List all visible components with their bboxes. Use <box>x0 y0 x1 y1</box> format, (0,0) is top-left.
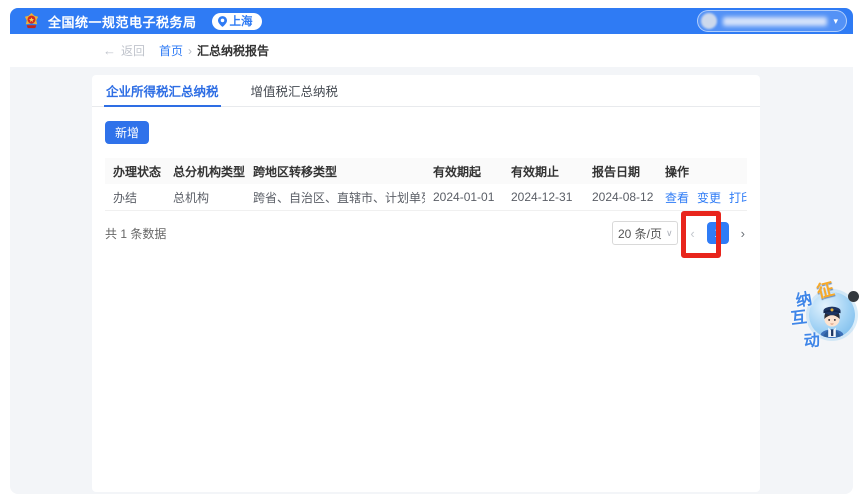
breadcrumb-home[interactable]: 首页 <box>159 42 183 59</box>
pagination: 20 条/页 ∨ ‹ 1 › <box>612 221 747 245</box>
assistant-char-na: 纳 <box>794 290 814 311</box>
col-valid-from: 有效期起 <box>433 164 482 179</box>
interaction-assistant-widget[interactable]: 征 纳 互 动 <box>788 274 863 366</box>
chevron-down-icon: ▾ <box>833 15 838 26</box>
main-content: 企业所得税汇总纳税 增值税汇总纳税 新增 办理状态 总分机构类型 跨地区转移类型… <box>10 67 859 494</box>
add-button[interactable]: 新增 <box>105 121 149 144</box>
cell-actions: 查看 变更 打印 <box>657 189 747 206</box>
view-link[interactable]: 查看 <box>665 189 689 206</box>
app-title: 全国统一规范电子税务局 <box>48 14 197 30</box>
cell-org-type: 总机构 <box>173 190 210 205</box>
cell-valid-to: 2024-12-31 <box>511 190 573 204</box>
col-actions: 操作 <box>665 164 690 179</box>
table-row: 办结 总机构 跨省、自治区、直辖市、计划单列市 2024-01-01 2024-… <box>105 184 747 211</box>
arrow-left-icon: ← <box>103 43 116 58</box>
table-footer: 共 1 条数据 20 条/页 ∨ ‹ 1 › <box>105 220 747 246</box>
col-status: 办理状态 <box>113 164 162 179</box>
cell-valid-from: 2024-01-01 <box>433 190 495 204</box>
tax-emblem-logo <box>22 12 41 31</box>
app-header: 全国统一规范电子税务局 上海 ▾ <box>10 8 853 34</box>
location-label: 上海 <box>229 16 253 28</box>
breadcrumb-current: 汇总纳税报告 <box>197 44 270 58</box>
user-menu[interactable]: ▾ <box>697 10 847 32</box>
back-button[interactable]: ← 返回 <box>103 42 145 59</box>
avatar <box>701 13 717 29</box>
cell-status: 办结 <box>113 190 138 205</box>
col-transfer-type: 跨地区转移类型 <box>253 164 338 179</box>
user-name-redacted <box>723 16 828 26</box>
next-page-button[interactable]: › <box>739 226 747 241</box>
page-size-select[interactable]: 20 条/页 ∨ <box>612 221 679 245</box>
tab-corporate-income-tax[interactable]: 企业所得税汇总纳税 <box>104 75 221 107</box>
tab-bar: 企业所得税汇总纳税 增值税汇总纳税 <box>92 75 760 107</box>
total-count: 共 1 条数据 <box>105 226 167 241</box>
change-link[interactable]: 变更 <box>697 189 721 206</box>
location-pin-icon <box>217 15 227 27</box>
assistant-collapse-dot[interactable] <box>848 291 859 302</box>
chevron-down-icon: ∨ <box>666 227 673 238</box>
brand: 全国统一规范电子税务局 上海 <box>22 12 262 31</box>
prev-page-button[interactable]: ‹ <box>688 226 696 241</box>
assistant-char-hu: 互 <box>789 309 808 328</box>
summary-report-card: 企业所得税汇总纳税 增值税汇总纳税 新增 办理状态 总分机构类型 跨地区转移类型… <box>92 75 760 492</box>
location-badge[interactable]: 上海 <box>211 12 262 30</box>
cell-report-date: 2024-08-12 <box>592 190 654 204</box>
table-header-row: 办理状态 总分机构类型 跨地区转移类型 有效期起 有效期止 报告日期 操作 <box>105 158 747 184</box>
breadcrumb: ← 返回 首页 › 汇总纳税报告 <box>10 34 853 67</box>
assistant-char-dong: 动 <box>803 332 821 351</box>
col-report-date: 报告日期 <box>592 164 641 179</box>
tax-portal-page: 全国统一规范电子税务局 上海 ▾ ← 返回 首页 › 汇总纳税报告 企业所得税汇… <box>10 8 859 494</box>
browser-frame: 全国统一规范电子税务局 上海 ▾ ← 返回 首页 › 汇总纳税报告 企业所得税汇… <box>0 0 863 502</box>
page-size-value: 20 条/页 <box>618 226 663 241</box>
breadcrumb-separator-icon: › <box>188 43 193 58</box>
assistant-char-zheng: 征 <box>814 279 837 302</box>
cell-transfer-type: 跨省、自治区、直辖市、计划单列市 <box>253 190 425 205</box>
print-link[interactable]: 打印 <box>729 189 747 206</box>
back-label: 返回 <box>121 44 146 58</box>
col-valid-to: 有效期止 <box>511 164 560 179</box>
report-table: 办理状态 总分机构类型 跨地区转移类型 有效期起 有效期止 报告日期 操作 办结… <box>105 158 747 211</box>
tab-vat[interactable]: 增值税汇总纳税 <box>249 75 341 106</box>
page-1-button[interactable]: 1 <box>706 222 729 244</box>
col-org-type: 总分机构类型 <box>173 164 245 179</box>
